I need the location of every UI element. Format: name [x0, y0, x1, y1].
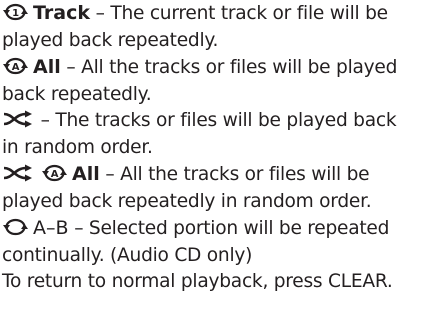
dash: – [68, 218, 89, 239]
desc-ab-1: Selected portion will be repeated [88, 218, 390, 239]
shuffle-icon [2, 110, 33, 128]
dash: – [99, 164, 121, 185]
dash: – [35, 110, 56, 131]
repeat-one-glyph: 1 [12, 8, 19, 19]
desc-all-1: All the tracks or files will be played [81, 57, 398, 78]
repeat-ab-icon [2, 218, 29, 236]
repeat-all-line-1: A All – All the tracks or files will be p… [2, 54, 423, 82]
repeat-ab-line-2: continually. (Audio CD only) [2, 244, 253, 266]
repeat-one-icon: 1 [2, 3, 29, 21]
dash: – [89, 3, 111, 24]
return-instruction: To return to normal playback, press CLEA… [2, 271, 393, 292]
repeat-track-line-1: 1 Track – The current track or file will … [2, 0, 423, 28]
repeat-track-line-2: played back repeatedly. [2, 29, 219, 51]
repeat-all-icon: A [41, 164, 68, 182]
repeat-all-icon: A [2, 57, 29, 75]
repeat-modes-description: 1 Track – The current track or file will … [0, 0, 423, 317]
shuffle-line-1: – The tracks or files will be played bac… [2, 108, 423, 135]
shuffle-icon [2, 164, 33, 182]
term-a-b: A–B [33, 217, 69, 239]
repeat-all-line-2: back repeatedly. [2, 83, 152, 105]
shuffle-repeat-all-line-2: played back repeatedly in random order. [2, 190, 372, 212]
repeat-all-glyph: A [12, 62, 20, 73]
desc-track-1: The current track or file will be [110, 3, 388, 24]
repeat-ab-line-1: A–B – Selected portion will be repeated [2, 215, 423, 243]
shuffle-line-2: in random order. [2, 136, 153, 158]
dash: – [60, 57, 82, 78]
term-all: All [33, 56, 61, 78]
desc-shuffle-all-1: All the tracks or files will be [120, 164, 370, 185]
desc-shuffle-1: The tracks or files will be played back [55, 110, 397, 131]
term-all: All [72, 163, 100, 185]
term-track: Track [33, 2, 90, 24]
repeat-all-glyph: A [51, 169, 59, 180]
shuffle-repeat-all-line-1: A All – All the tracks or files will be [2, 161, 423, 189]
